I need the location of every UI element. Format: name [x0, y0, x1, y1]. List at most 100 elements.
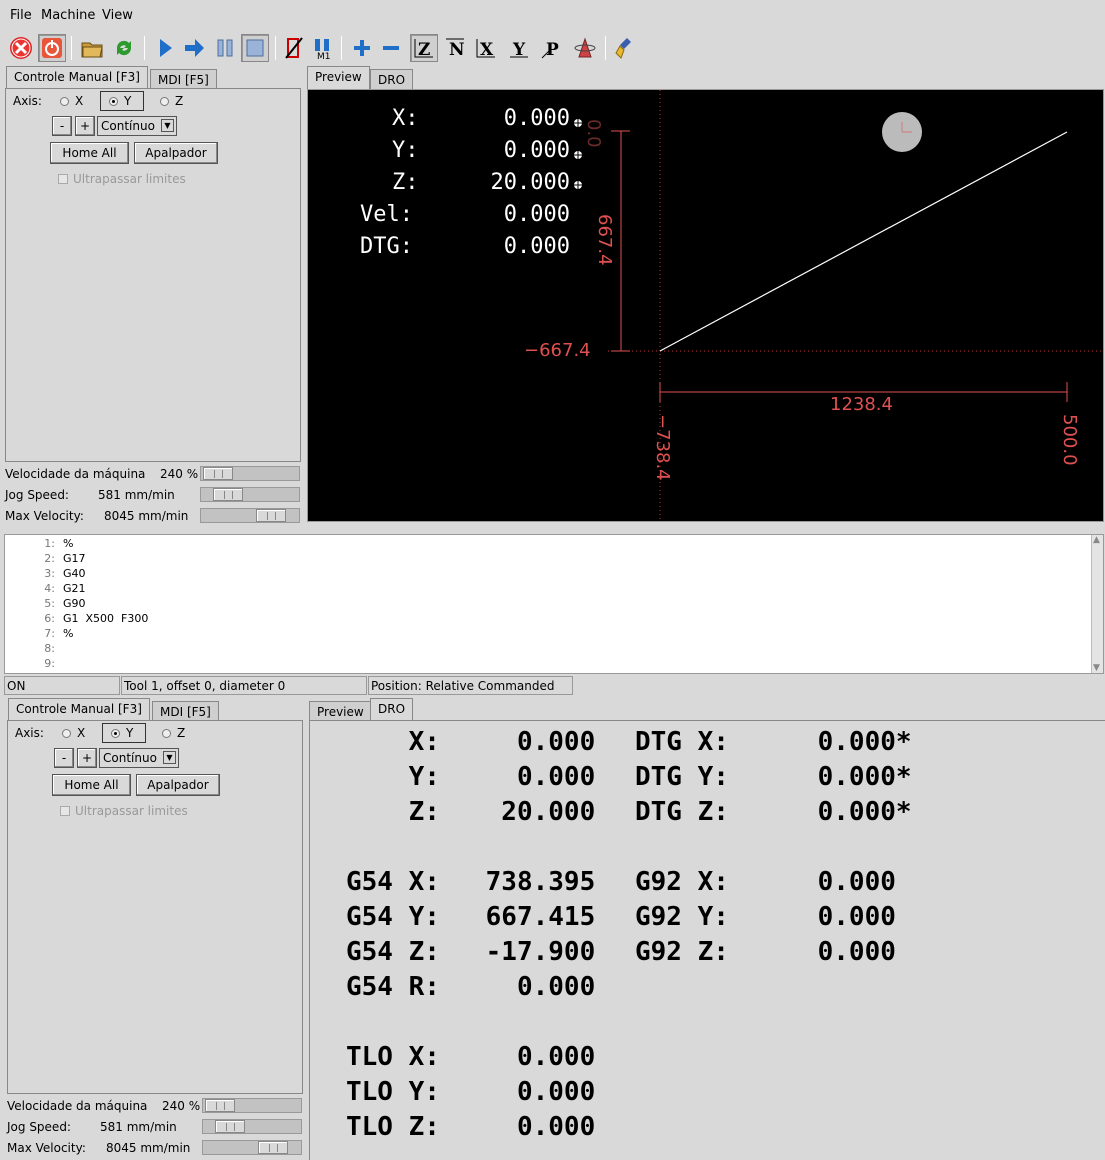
- dro-axis-value: 0.000: [470, 1077, 596, 1107]
- dro-secondary-value: 0.000: [755, 867, 896, 897]
- gcode-line[interactable]: 8:: [5, 642, 1085, 657]
- stop-icon[interactable]: [241, 34, 269, 62]
- dro-secondary-label: G92 Y:: [635, 902, 729, 932]
- tab-preview[interactable]: Preview: [307, 66, 370, 90]
- step-icon[interactable]: [180, 34, 208, 62]
- feed-override-slider[interactable]: [200, 466, 300, 481]
- jog-minus-button[interactable]: -: [52, 116, 72, 136]
- jog-mode-select[interactable]: Contínuo ▼: [97, 116, 177, 136]
- tool-status: Tool 1, offset 0, diameter 0: [121, 676, 367, 695]
- max-velocity-slider-2[interactable]: [202, 1140, 302, 1155]
- preview-canvas[interactable]: X: Y: Z: Vel: DTG: 0.000 0.000 20.000 0.…: [307, 89, 1104, 522]
- axis-y-radio[interactable]: Y: [100, 91, 144, 111]
- dim-x-span-label: 1238.4: [830, 394, 893, 415]
- view-x-icon[interactable]: X: [472, 34, 500, 62]
- pause-icon[interactable]: [211, 34, 239, 62]
- axis-x-radio-2[interactable]: X: [62, 723, 85, 743]
- view-p-icon[interactable]: P: [538, 34, 566, 62]
- probe-button[interactable]: Apalpador: [134, 142, 218, 164]
- separator: [144, 36, 145, 60]
- reload-icon[interactable]: [110, 34, 138, 62]
- dro-axis-label: G54 Y:: [346, 902, 440, 932]
- estop-icon[interactable]: [7, 34, 35, 62]
- gcode-line[interactable]: 2: G17: [5, 552, 1085, 567]
- axis-label-2: Axis:: [15, 726, 44, 740]
- gcode-line-number: 7:: [44, 627, 55, 640]
- scroll-up-icon[interactable]: ▲: [1093, 535, 1100, 545]
- tab-dro-2[interactable]: DRO: [370, 698, 414, 722]
- dro-secondary-label: DTG Z:: [635, 797, 729, 827]
- gcode-line-number: 2:: [44, 552, 55, 565]
- gcode-line[interactable]: 6: G1 X500 F300: [5, 612, 1085, 627]
- gcode-line-number: 8:: [44, 642, 55, 655]
- dim-y-min-label: −667.4: [524, 340, 591, 361]
- menu-view[interactable]: View: [102, 8, 133, 23]
- view-y-icon[interactable]: Y: [505, 34, 533, 62]
- gcode-line-text: %: [63, 627, 74, 640]
- gcode-line[interactable]: 4: G21: [5, 582, 1085, 597]
- tab-mdi[interactable]: MDI [F5]: [150, 69, 217, 90]
- dro-axis-label: X:: [346, 727, 440, 757]
- gcode-scrollbar[interactable]: ▲ ▼: [1091, 535, 1103, 673]
- jog-minus-button-2[interactable]: -: [54, 748, 74, 768]
- power-icon[interactable]: [38, 34, 66, 62]
- gcode-line-text: G21: [63, 582, 86, 595]
- gcode-line-number: 6:: [44, 612, 55, 625]
- gcode-listing[interactable]: 1:% 2: G17 3: G40 4: G21 5: G90 6: G1 X500 F300 7:%…: [4, 534, 1104, 674]
- home-all-button[interactable]: Home All: [50, 142, 129, 164]
- axis-z-radio[interactable]: Z: [160, 91, 183, 111]
- dro-secondary-label: DTG X:: [635, 727, 729, 757]
- tab-manual-control[interactable]: Controle Manual [F3]: [6, 66, 148, 90]
- dro-secondary-value: 0.000: [755, 902, 896, 932]
- home-all-button-2[interactable]: Home All: [52, 774, 131, 796]
- dro-axis-label: G54 X:: [346, 867, 440, 897]
- axis-x-radio[interactable]: X: [60, 91, 83, 111]
- dro-axis-label: Y:: [346, 762, 440, 792]
- position-mode-status: Position: Relative Commanded: [368, 676, 573, 695]
- jog-speed-slider-2[interactable]: [202, 1119, 302, 1134]
- jog-speed-slider[interactable]: [200, 487, 300, 502]
- probe-button-2[interactable]: Apalpador: [136, 774, 220, 796]
- jog-plus-button-2[interactable]: +: [77, 748, 97, 768]
- override-limits-checkbox[interactable]: Ultrapassar limites: [58, 172, 186, 186]
- block-delete-icon[interactable]: [280, 34, 308, 62]
- jog-plus-button[interactable]: +: [75, 116, 95, 136]
- run-icon[interactable]: [151, 34, 179, 62]
- bottom-preview-tabs: Preview DRO: [309, 698, 609, 722]
- tab-dro[interactable]: DRO: [370, 69, 414, 90]
- axis-z-radio-2[interactable]: Z: [162, 723, 185, 743]
- svg-text:N: N: [449, 40, 465, 60]
- gcode-line[interactable]: 1:%: [5, 537, 1085, 552]
- axis-y-radio-2[interactable]: Y: [102, 723, 146, 743]
- menu-machine[interactable]: Machine: [41, 8, 95, 23]
- tab-manual-control-2[interactable]: Controle Manual [F3]: [8, 698, 150, 722]
- tab-mdi-2[interactable]: MDI [F5]: [152, 701, 219, 722]
- scroll-down-icon[interactable]: ▼: [1093, 663, 1100, 673]
- dro-axis-value: 20.000: [470, 797, 596, 827]
- dro-axis-value: 738.395: [470, 867, 596, 897]
- gcode-line[interactable]: 7:%: [5, 627, 1085, 642]
- menu-file[interactable]: File: [10, 8, 32, 23]
- gcode-line[interactable]: 9:: [5, 657, 1085, 672]
- view-z-icon[interactable]: Z: [410, 34, 438, 62]
- dim-y-span-label: 667.4: [594, 214, 615, 266]
- gcode-line[interactable]: 3: G40: [5, 567, 1085, 582]
- machine-state-status: ON: [4, 676, 120, 695]
- gcode-line-number: 5:: [44, 597, 55, 610]
- feed-override-slider-2[interactable]: [202, 1098, 302, 1113]
- rotate-icon[interactable]: [571, 34, 599, 62]
- zoom-out-icon[interactable]: [377, 34, 405, 62]
- view-z2-icon[interactable]: N: [441, 34, 469, 62]
- separator: [341, 36, 342, 60]
- menu-bar: File Machine View: [0, 0, 1105, 32]
- zoom-in-icon[interactable]: [348, 34, 376, 62]
- dro-secondary-value: 0.000*: [755, 727, 912, 757]
- optional-stop-icon[interactable]: M1: [309, 34, 337, 62]
- clear-live-plot-icon[interactable]: [612, 34, 640, 62]
- open-file-icon[interactable]: [78, 34, 106, 62]
- tab-preview-2[interactable]: Preview: [309, 701, 372, 722]
- jog-mode-select-2[interactable]: Contínuo ▼: [99, 748, 179, 768]
- override-limits-checkbox-2[interactable]: Ultrapassar limites: [60, 804, 188, 818]
- max-velocity-slider[interactable]: [200, 508, 300, 523]
- gcode-line[interactable]: 5: G90: [5, 597, 1085, 612]
